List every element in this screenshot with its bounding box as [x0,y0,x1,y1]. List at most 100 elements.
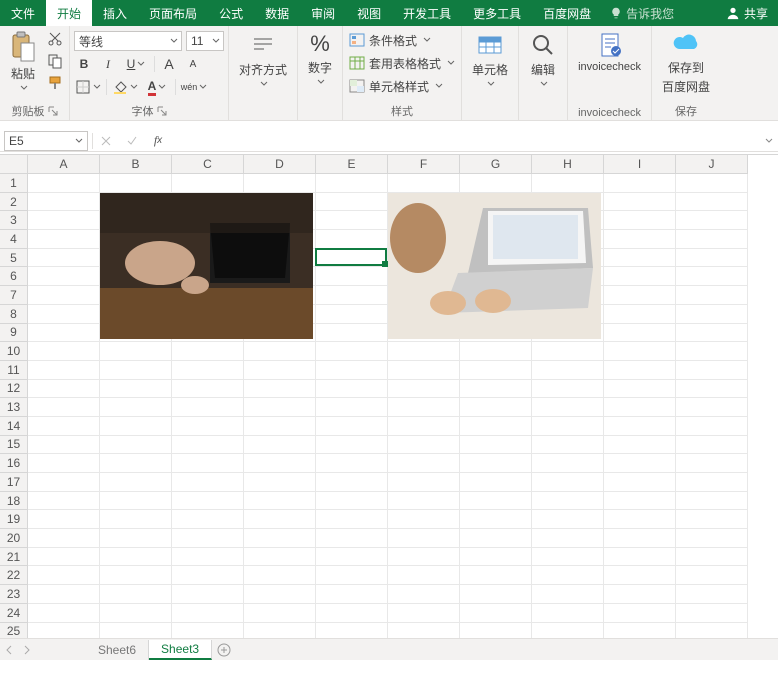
share-button[interactable]: 共享 [716,5,778,22]
active-cell[interactable] [315,248,387,267]
cell[interactable] [28,230,100,249]
cell[interactable] [676,473,748,492]
cell[interactable] [316,174,388,193]
cell[interactable] [388,548,460,567]
cell[interactable] [244,604,316,623]
cell[interactable] [604,417,676,436]
cell[interactable] [460,174,532,193]
cell[interactable] [460,604,532,623]
cell[interactable] [676,398,748,417]
shrink-font-button[interactable]: A [183,54,203,74]
cell[interactable] [604,398,676,417]
cell[interactable] [28,548,100,567]
cell[interactable] [604,604,676,623]
sheet-tab-sheet3[interactable]: Sheet3 [149,640,212,660]
cell[interactable] [604,324,676,343]
cell[interactable] [604,193,676,212]
cell[interactable] [28,193,100,212]
cell[interactable] [460,492,532,511]
cell[interactable] [604,473,676,492]
embedded-image-1[interactable] [100,193,313,339]
cell[interactable] [100,174,172,193]
cell[interactable] [100,436,172,455]
cell[interactable] [316,604,388,623]
cell[interactable] [460,566,532,585]
cell[interactable] [388,174,460,193]
cell-style-button[interactable]: 单元格样式 [347,75,457,97]
cell[interactable] [676,174,748,193]
cell[interactable] [676,380,748,399]
cell[interactable] [316,361,388,380]
col-header-G[interactable]: G [460,155,532,174]
cell[interactable] [172,492,244,511]
cell[interactable] [604,211,676,230]
cut-button[interactable] [45,29,65,49]
tab-file[interactable]: 文件 [0,0,46,26]
expand-formula-bar[interactable] [760,136,778,146]
cell[interactable] [676,604,748,623]
cell[interactable] [316,342,388,361]
row-header-22[interactable]: 22 [0,566,28,585]
row-header-21[interactable]: 21 [0,548,28,567]
cell[interactable] [460,585,532,604]
tab-view[interactable]: 视图 [346,0,392,26]
embedded-image-2[interactable] [388,193,601,339]
cell[interactable] [316,324,388,343]
cell[interactable] [172,473,244,492]
cell[interactable] [244,510,316,529]
cell[interactable] [100,473,172,492]
copy-button[interactable] [45,51,65,71]
invoicecheck-button[interactable]: invoicecheck [572,29,647,75]
cell[interactable] [172,585,244,604]
cell[interactable] [388,398,460,417]
col-header-C[interactable]: C [172,155,244,174]
cell[interactable] [172,548,244,567]
row-header-4[interactable]: 4 [0,230,28,249]
cell[interactable] [604,267,676,286]
cell[interactable] [532,342,604,361]
cell[interactable] [316,566,388,585]
col-header-E[interactable]: E [316,155,388,174]
col-header-I[interactable]: I [604,155,676,174]
cell[interactable] [100,380,172,399]
cell[interactable] [100,454,172,473]
cell[interactable] [532,380,604,399]
row-header-12[interactable]: 12 [0,380,28,399]
cell[interactable] [460,398,532,417]
cell[interactable] [460,473,532,492]
cell[interactable] [604,436,676,455]
cell[interactable] [676,267,748,286]
cell[interactable] [172,604,244,623]
cell[interactable] [28,436,100,455]
cell[interactable] [604,548,676,567]
cell[interactable] [604,361,676,380]
cell[interactable] [28,324,100,343]
cell[interactable] [388,529,460,548]
cell[interactable] [244,398,316,417]
bold-button[interactable]: B [74,54,94,74]
cell[interactable] [28,361,100,380]
cell[interactable] [316,529,388,548]
tab-layout[interactable]: 页面布局 [138,0,208,26]
cell[interactable] [532,529,604,548]
cell[interactable] [316,436,388,455]
row-header-16[interactable]: 16 [0,454,28,473]
cell[interactable] [316,417,388,436]
row-header-14[interactable]: 14 [0,417,28,436]
border-button[interactable] [74,77,102,97]
cell[interactable] [388,454,460,473]
row-header-9[interactable]: 9 [0,324,28,343]
row-header-10[interactable]: 10 [0,342,28,361]
formula-input[interactable] [171,131,760,151]
cell[interactable] [100,492,172,511]
dialog-launcher-icon[interactable] [48,106,58,116]
cell[interactable] [460,454,532,473]
cell[interactable] [100,566,172,585]
row-header-2[interactable]: 2 [0,193,28,212]
table-format-button[interactable]: 套用表格格式 [347,52,457,74]
row-header-24[interactable]: 24 [0,604,28,623]
cell[interactable] [604,454,676,473]
select-all-button[interactable] [0,155,28,174]
tab-more[interactable]: 更多工具 [462,0,532,26]
row-header-1[interactable]: 1 [0,174,28,193]
